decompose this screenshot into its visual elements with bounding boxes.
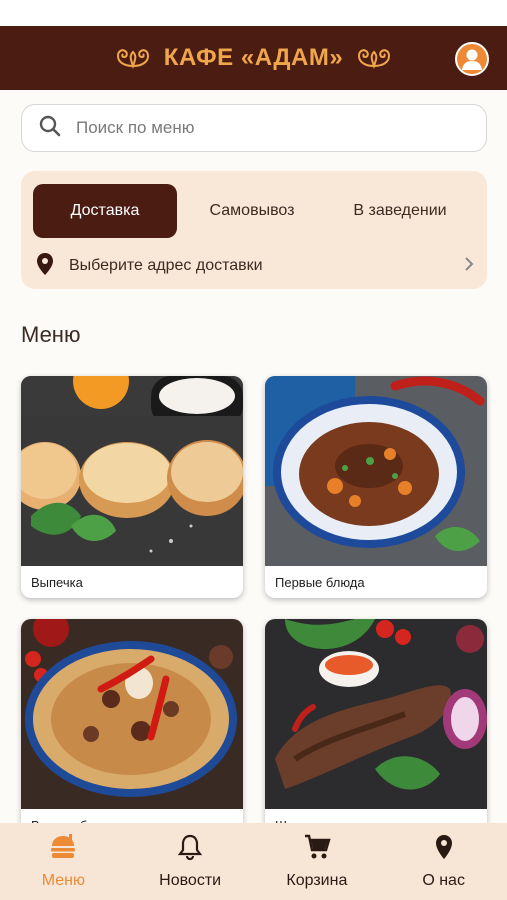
nav-menu[interactable]: Меню xyxy=(0,823,127,900)
search-icon xyxy=(38,114,62,143)
status-bar xyxy=(0,0,507,26)
app-header: КАФЕ «АДАМ» xyxy=(0,26,507,90)
soup-image xyxy=(265,376,487,566)
chevron-right-icon xyxy=(463,255,475,278)
brand: КАФЕ «АДАМ» xyxy=(114,44,393,72)
bell-icon xyxy=(177,833,203,866)
pastry-image xyxy=(21,376,243,566)
category-card-shashlik[interactable]: Шашлык xyxy=(265,619,487,841)
search-input[interactable] xyxy=(76,118,456,138)
nav-label: О нас xyxy=(422,872,465,889)
nav-label: Новости xyxy=(159,872,222,889)
nav-label: Корзина xyxy=(286,872,348,889)
tab-delivery[interactable]: Доставка xyxy=(33,184,177,238)
menu-section-title: Меню xyxy=(21,322,81,347)
profile-avatar-icon[interactable] xyxy=(455,42,489,76)
order-mode-card: Доставка Самовывоз В заведении Выберите … xyxy=(21,171,487,289)
app-title: КАФЕ «АДАМ» xyxy=(163,44,344,71)
tab-dine-in[interactable]: В заведении xyxy=(327,184,473,238)
address-selector[interactable]: Выберите адрес доставки xyxy=(35,251,475,281)
search-bar[interactable] xyxy=(21,104,487,152)
shashlik-image xyxy=(265,619,487,809)
address-prompt: Выберите адрес доставки xyxy=(69,257,263,274)
plov-image xyxy=(21,619,243,809)
ornament-left-icon xyxy=(114,46,152,70)
tab-pickup[interactable]: Самовывоз xyxy=(177,184,327,238)
nav-about[interactable]: О нас xyxy=(380,823,507,900)
bottom-navigation: Меню Новости Корзина О нас xyxy=(0,823,507,900)
location-pin-icon xyxy=(433,833,455,866)
ornament-right-icon xyxy=(355,46,393,70)
location-pin-icon xyxy=(35,252,55,281)
category-card-pastry[interactable]: Выпечка xyxy=(21,376,243,598)
nav-news[interactable]: Новости xyxy=(127,823,254,900)
nav-cart[interactable]: Корзина xyxy=(254,823,381,900)
category-card-main-dishes[interactable]: Вторые блюда xyxy=(21,619,243,841)
category-label: Выпечка xyxy=(31,574,83,590)
nav-label: Меню xyxy=(41,872,85,889)
order-mode-tabs: Доставка Самовывоз В заведении xyxy=(33,184,473,238)
category-card-soups[interactable]: Первые блюда xyxy=(265,376,487,598)
category-label: Первые блюда xyxy=(275,574,365,590)
cart-icon xyxy=(303,833,331,866)
burger-icon xyxy=(48,833,78,866)
